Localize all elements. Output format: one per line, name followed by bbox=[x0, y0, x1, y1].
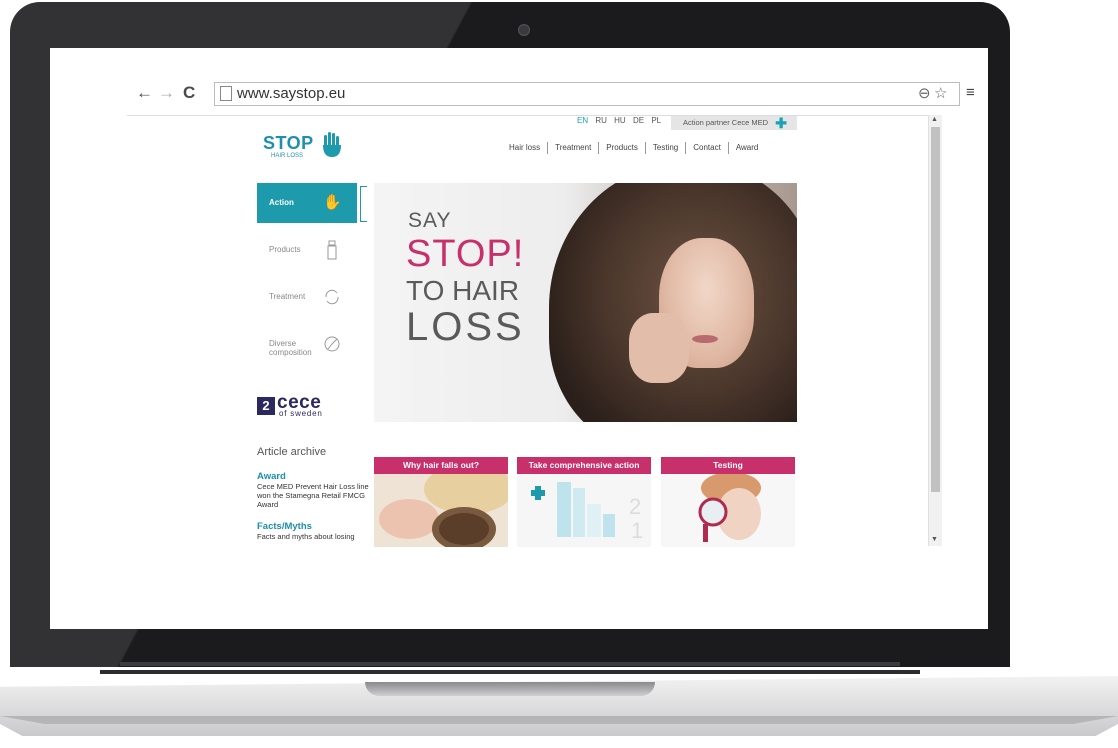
scroll-down-arrow-icon[interactable]: ▼ bbox=[931, 536, 938, 543]
svg-text:1: 1 bbox=[631, 518, 643, 543]
menu-icon[interactable]: ≡ bbox=[966, 84, 975, 101]
hand-icon bbox=[323, 132, 341, 157]
lang-en[interactable]: EN bbox=[577, 116, 588, 125]
zoom-icon[interactable]: ⊖ bbox=[918, 84, 931, 102]
webcam bbox=[518, 24, 530, 36]
model-lips-image bbox=[692, 335, 718, 343]
laptop-base-edge bbox=[0, 716, 1118, 724]
hairbrush-image bbox=[374, 474, 508, 547]
laptop-screen: ← → C www.saystop.eu ⊖ ☆ ≡ EN RU HU DE P… bbox=[50, 48, 988, 629]
main-navigation: Hair loss Treatment Products Testing Contact… bbox=[502, 142, 765, 154]
card-why-hair-falls-out[interactable]: Why hair falls out? bbox=[374, 457, 508, 547]
sidebar-label-line1: Diverse bbox=[269, 339, 297, 348]
nav-contact[interactable]: Contact bbox=[686, 143, 728, 152]
forward-icon[interactable]: → bbox=[158, 84, 175, 102]
page-viewport: EN RU HU DE PL Action partner Cece MED ✚… bbox=[127, 115, 941, 547]
nav-treatment[interactable]: Treatment bbox=[548, 143, 598, 152]
sidebar-item-products[interactable]: Products bbox=[257, 230, 357, 270]
nav-products[interactable]: Products bbox=[599, 143, 645, 152]
plus-icon: ✚ bbox=[775, 115, 787, 131]
card-title: Testing bbox=[661, 457, 795, 474]
card-title: Take comprehensive action bbox=[517, 457, 651, 474]
spray-bottle-icon bbox=[327, 240, 337, 260]
address-bar[interactable]: www.saystop.eu bbox=[214, 82, 960, 106]
article-archive: Article archive Award Cece MED Prevent H… bbox=[257, 446, 372, 547]
keyboard-row bbox=[100, 670, 920, 674]
bookmark-star-icon[interactable]: ☆ bbox=[934, 84, 947, 102]
lang-pl[interactable]: PL bbox=[651, 116, 661, 125]
hand-icon: ✋ bbox=[323, 194, 342, 211]
model-hand-image bbox=[629, 313, 689, 383]
back-icon[interactable]: ← bbox=[136, 84, 153, 102]
nav-hair-loss[interactable]: Hair loss bbox=[502, 143, 547, 152]
refresh-icon bbox=[325, 289, 339, 305]
sidebar-label-line2: composition bbox=[269, 348, 312, 357]
keyboard-row bbox=[120, 662, 900, 666]
sidebar-item-treatment[interactable]: Treatment bbox=[257, 277, 357, 317]
sidebar-item-action[interactable]: Action ✋ bbox=[257, 183, 357, 223]
pie-icon bbox=[324, 336, 340, 352]
article-text[interactable]: Cece MED Prevent Hair Loss line won the … bbox=[257, 482, 372, 509]
hero-line-to-hair: TO HAIR bbox=[406, 275, 520, 306]
archive-title: Article archive bbox=[257, 446, 327, 458]
lang-de[interactable]: DE bbox=[633, 116, 644, 125]
hero-line-say: SAY bbox=[408, 209, 452, 232]
keyboard-edge bbox=[40, 640, 978, 680]
lang-ru[interactable]: RU bbox=[595, 116, 607, 125]
hero-line-stop: STOP! bbox=[406, 233, 525, 275]
cece-sub: of sweden bbox=[279, 409, 323, 418]
svg-text:2: 2 bbox=[629, 494, 641, 519]
nav-award[interactable]: Award bbox=[729, 143, 766, 152]
product-lineup-image: 2 1 bbox=[517, 474, 651, 547]
hero-line-loss: LOSS bbox=[406, 305, 525, 349]
sidebar-label: Diverse composition bbox=[269, 339, 312, 357]
active-indicator bbox=[360, 186, 367, 222]
scroll-thumb[interactable] bbox=[931, 127, 940, 492]
scroll-up-arrow-icon[interactable]: ▲ bbox=[931, 116, 938, 123]
lang-hu[interactable]: HU bbox=[614, 116, 626, 125]
sidebar-item-diverse-composition[interactable]: Diverse composition bbox=[257, 324, 357, 364]
card-take-comprehensive-action[interactable]: Take comprehensive action 2 1 bbox=[517, 457, 651, 547]
logo-sub: HAIR LOSS bbox=[271, 153, 304, 159]
partner-label: Action partner Cece MED bbox=[683, 118, 769, 127]
card-testing[interactable]: Testing bbox=[661, 457, 795, 547]
language-selector: EN RU HU DE PL bbox=[577, 116, 666, 125]
cece-mark: 2 bbox=[257, 397, 275, 415]
lid-notch bbox=[365, 682, 655, 696]
cece-logo[interactable]: 2 cece of sweden bbox=[257, 392, 337, 419]
site-logo[interactable]: STOP HAIR LOSS bbox=[263, 132, 363, 163]
url-text[interactable]: www.saystop.eu bbox=[237, 85, 345, 102]
sidebar-label: Action bbox=[269, 198, 294, 207]
article-text[interactable]: Facts and myths about losing bbox=[257, 532, 372, 541]
sidebar-label: Products bbox=[269, 245, 301, 254]
article-title[interactable]: Facts/Myths bbox=[257, 521, 372, 532]
sidebar: Action ✋ Products Treatment Diverse comp… bbox=[257, 183, 357, 371]
laptop-bezel: ← → C www.saystop.eu ⊖ ☆ ≡ EN RU HU DE P… bbox=[10, 2, 1010, 667]
page-icon bbox=[220, 86, 232, 101]
nav-testing[interactable]: Testing bbox=[646, 143, 685, 152]
action-partner-tab[interactable]: Action partner Cece MED ✚ bbox=[671, 116, 797, 130]
browser-toolbar: ← → C www.saystop.eu ⊖ ☆ ≡ bbox=[128, 78, 988, 108]
card-title: Why hair falls out? bbox=[374, 457, 508, 474]
magnifier-woman-image bbox=[661, 474, 795, 547]
logo-main: STOP bbox=[263, 133, 314, 153]
sidebar-label: Treatment bbox=[269, 292, 306, 301]
vertical-scrollbar[interactable]: ▲ ▼ bbox=[928, 115, 942, 546]
reload-icon[interactable]: C bbox=[183, 84, 195, 102]
hero-banner[interactable]: SAY STOP! TO HAIR LOSS bbox=[374, 183, 797, 422]
article-title[interactable]: Award bbox=[257, 471, 372, 482]
